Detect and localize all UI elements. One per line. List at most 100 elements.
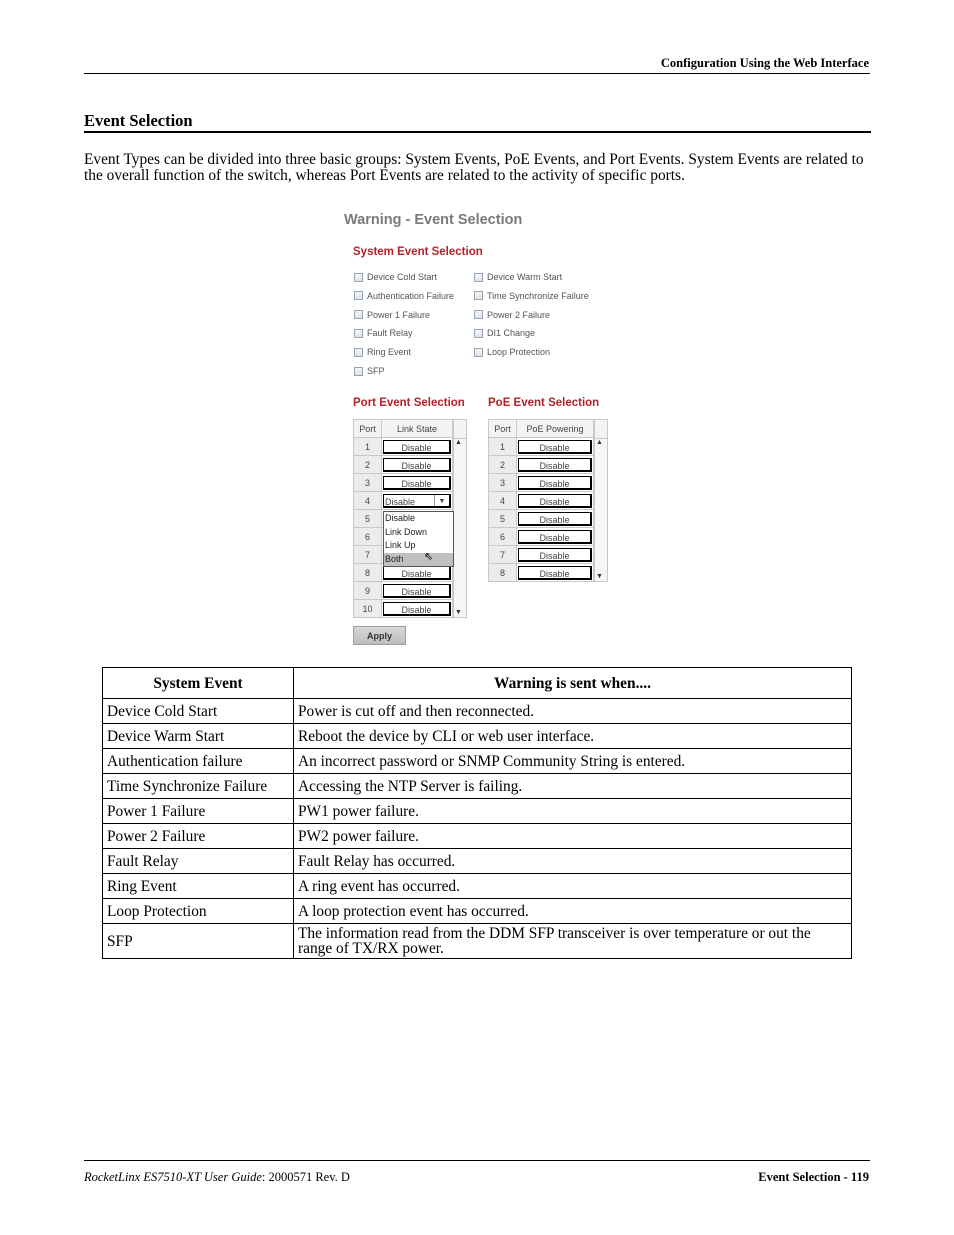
scroll-up-icon[interactable]: ▲ — [455, 439, 462, 446]
checkbox[interactable] — [354, 366, 363, 376]
event-select[interactable]: Disable ▼ — [383, 493, 451, 508]
system-event-cell: Device Cold Start — [102, 698, 294, 724]
event-select[interactable]: Disable — [518, 565, 592, 580]
event-select[interactable]: Disable — [518, 493, 592, 508]
scroll-down-icon[interactable]: ▼ — [455, 609, 462, 616]
dropdown-option[interactable]: Link Down — [384, 526, 453, 540]
port-table-scrollbar[interactable]: ▲ ▼ — [453, 419, 467, 618]
warning-cell: A loop protection event has occurred. — [293, 898, 852, 924]
system-event-checkbox-item[interactable]: DI1 Change — [474, 327, 535, 339]
checkbox[interactable] — [354, 310, 363, 320]
warning-cell: Reboot the device by CLI or web user int… — [293, 723, 852, 749]
event-select[interactable]: Disable — [518, 475, 592, 490]
poe-table-scrollbar[interactable]: ▲ ▼ — [594, 419, 608, 582]
port-number: 2 — [488, 455, 517, 474]
warning-cell: Accessing the NTP Server is failing. — [293, 773, 852, 799]
event-select[interactable]: Disable — [518, 457, 592, 472]
checkbox[interactable] — [354, 272, 363, 282]
port-row: 3 Disable — [353, 473, 453, 492]
system-event-cell: Time Synchronize Failure — [102, 773, 294, 799]
port-number: 3 — [488, 473, 517, 492]
port-event-heading: Port Event Selection — [353, 397, 465, 409]
event-select[interactable]: Disable — [383, 475, 451, 490]
port-number: 8 — [488, 563, 517, 582]
port-row: 3 Disable — [488, 473, 594, 492]
dropdown-option[interactable]: Link Up — [384, 539, 453, 553]
checkbox[interactable] — [474, 328, 483, 338]
footer-doc-info: RocketLinx ES7510-XT User Guide: 2000571… — [84, 1170, 350, 1185]
event-select[interactable]: Disable — [383, 439, 451, 454]
checkbox[interactable] — [354, 291, 363, 301]
system-event-checkbox-item[interactable]: Device Cold Start — [354, 271, 437, 283]
port-number: 6 — [353, 527, 382, 546]
system-event-checkbox-item[interactable]: Authentication Failure — [354, 290, 454, 302]
system-event-cell: Authentication failure — [102, 748, 294, 774]
event-select[interactable]: Disable — [383, 601, 451, 616]
ui-title: Warning - Event Selection — [344, 212, 523, 228]
system-event-cell: Power 1 Failure — [102, 798, 294, 824]
checkbox-label: Device Cold Start — [367, 272, 438, 282]
scroll-down-icon[interactable]: ▼ — [596, 573, 603, 580]
poe-event-table: Port PoE Powering 1 Disable 2 Disable 3 Disab… — [488, 419, 594, 582]
port-number: 7 — [353, 545, 382, 564]
port-number: 8 — [353, 563, 382, 582]
footer-doc-title: RocketLinx ES7510-XT User Guide — [84, 1170, 262, 1184]
checkbox[interactable] — [354, 328, 363, 338]
header-rule — [84, 73, 870, 74]
warning-cell: Power is cut off and then reconnected. — [293, 698, 852, 724]
event-select[interactable]: Disable — [383, 565, 451, 580]
dropdown-option[interactable]: Both — [384, 552, 453, 566]
checkbox[interactable] — [474, 272, 483, 282]
scroll-up-icon[interactable]: ▲ — [596, 439, 603, 446]
running-head: Configuration Using the Web Interface — [660, 56, 869, 70]
event-select[interactable]: Disable — [518, 511, 592, 526]
section-title: Event Selection — [84, 111, 193, 130]
checkbox-label: SFP — [367, 366, 385, 376]
system-event-table: System Event Warning is sent when.... De… — [102, 667, 852, 959]
link-state-col-header: Link State — [381, 419, 453, 438]
port-row: 10 Disable — [353, 599, 453, 618]
checkbox[interactable] — [354, 347, 363, 357]
system-event-checkbox-item[interactable]: Loop Protection — [474, 346, 550, 358]
system-event-checkbox-item[interactable]: Fault Relay — [354, 327, 413, 339]
table-row: Device Cold Start Power is cut off and th… — [102, 698, 852, 724]
checkbox-label: DI1 Change — [487, 328, 536, 339]
intro-paragraph: Event Types can be divided into three ba… — [84, 151, 864, 184]
apply-button[interactable]: Apply — [353, 626, 406, 645]
system-event-checkbox-item[interactable]: Power 2 Failure — [474, 309, 550, 321]
port-row: 1 Disable — [353, 437, 453, 456]
system-event-checkbox-item[interactable]: SFP — [354, 365, 385, 377]
chevron-down-icon[interactable]: ▼ — [434, 494, 449, 506]
checkbox[interactable] — [474, 310, 483, 320]
checkbox-label: Power 2 Failure — [487, 309, 551, 320]
table-row: SFP The information read from the DDM SFP… — [102, 923, 852, 959]
table-row: Time Synchronize Failure Accessing the NT… — [102, 773, 852, 799]
event-select[interactable]: Disable — [383, 583, 451, 598]
checkbox[interactable] — [474, 347, 483, 357]
warning-cell: PW1 power failure. — [293, 798, 852, 824]
event-select[interactable]: Disable — [518, 547, 592, 562]
port-row: 7 Disable — [488, 545, 594, 564]
event-select[interactable]: Disable — [518, 529, 592, 544]
event-select[interactable]: Disable — [383, 457, 451, 472]
checkbox-label: Loop Protection — [487, 347, 551, 358]
system-event-checkbox-item[interactable]: Ring Event — [354, 346, 411, 358]
dropdown-option[interactable]: Disable — [384, 512, 453, 526]
port-row: 5 Disable — [488, 509, 594, 528]
port-col-header: Port — [488, 419, 517, 438]
system-event-checkbox-item[interactable]: Device Warm Start — [474, 271, 562, 283]
system-event-checkbox-item[interactable]: Time Synchronize Failure — [474, 290, 589, 302]
event-select[interactable]: Disable — [518, 439, 592, 454]
port-row: 6 Disable — [488, 527, 594, 546]
checkbox-label: Time Synchronize Failure — [487, 290, 589, 301]
warning-col-header: Warning is sent when.... — [293, 667, 852, 699]
port-number: 4 — [353, 491, 382, 510]
table-row: Power 2 Failure PW2 power failure. — [102, 823, 852, 849]
link-state-dropdown-list[interactable]: Disable Link Down Link Up Both — [383, 511, 454, 567]
port-row: 2 Disable — [353, 455, 453, 474]
warning-cell: A ring event has occurred. — [293, 873, 852, 899]
checkbox[interactable] — [474, 291, 483, 301]
warning-cell: Fault Relay has occurred. — [293, 848, 852, 874]
poe-event-heading: PoE Event Selection — [488, 397, 600, 409]
system-event-checkbox-item[interactable]: Power 1 Failure — [354, 309, 430, 321]
